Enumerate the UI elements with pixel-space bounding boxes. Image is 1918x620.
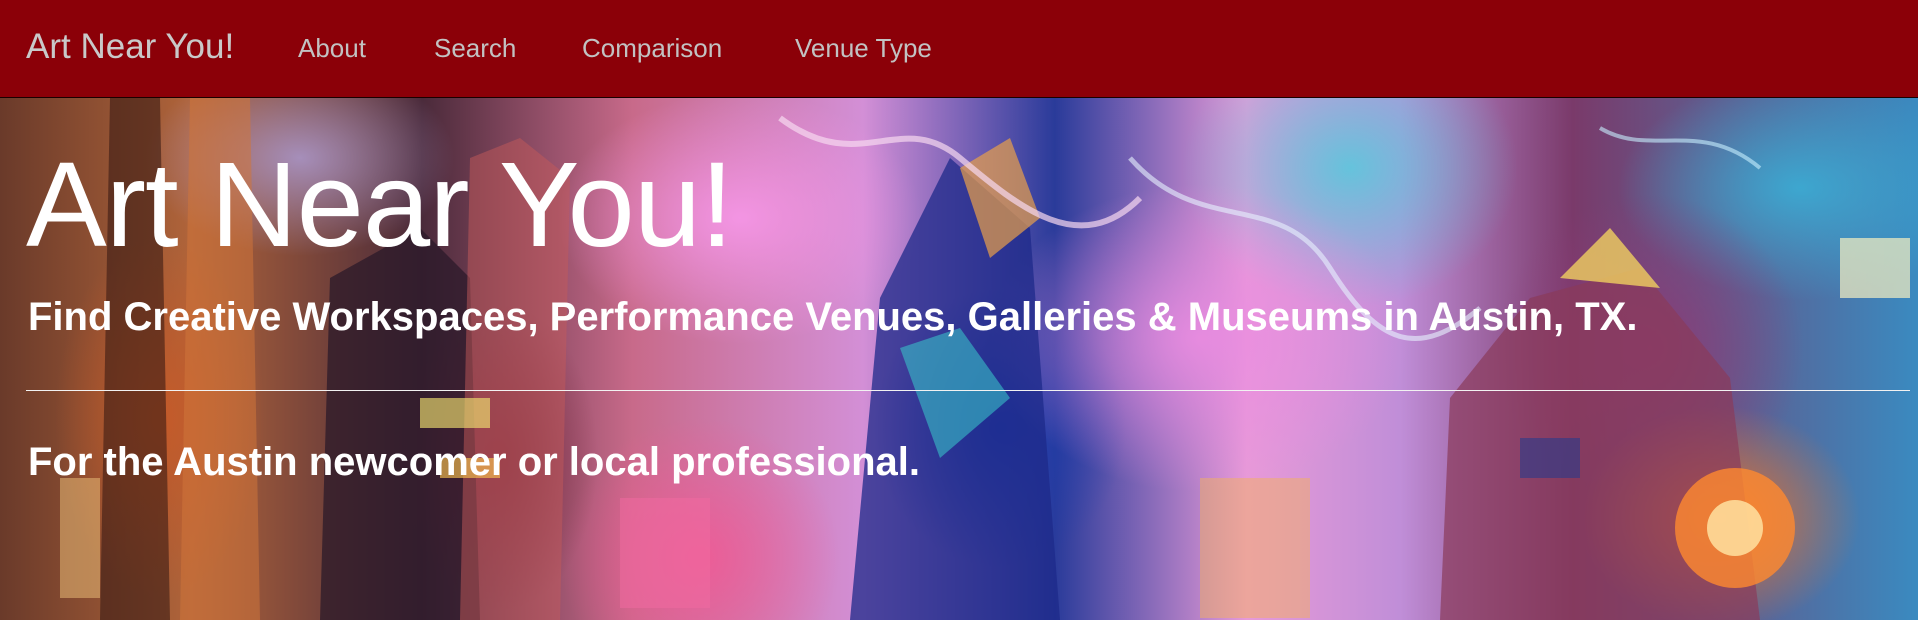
nav-search-link[interactable]: Search xyxy=(434,33,516,64)
nav-comparison-link[interactable]: Comparison xyxy=(582,33,722,64)
brand-link[interactable]: Art Near You! xyxy=(26,27,234,67)
hero-tagline: For the Austin newcomer or local profess… xyxy=(28,440,921,484)
top-navbar: Art Near You! About Search Comparison Ve… xyxy=(0,0,1918,98)
hero-divider xyxy=(26,390,1910,391)
nav-venue-type-link[interactable]: Venue Type xyxy=(795,33,932,64)
hero-banner: Art Near You! Find Creative Workspaces, … xyxy=(0,98,1918,620)
hero-title: Art Near You! xyxy=(26,136,734,272)
hero-subtitle: Find Creative Workspaces, Performance Ve… xyxy=(28,295,1638,339)
nav-about-link[interactable]: About xyxy=(298,33,366,64)
